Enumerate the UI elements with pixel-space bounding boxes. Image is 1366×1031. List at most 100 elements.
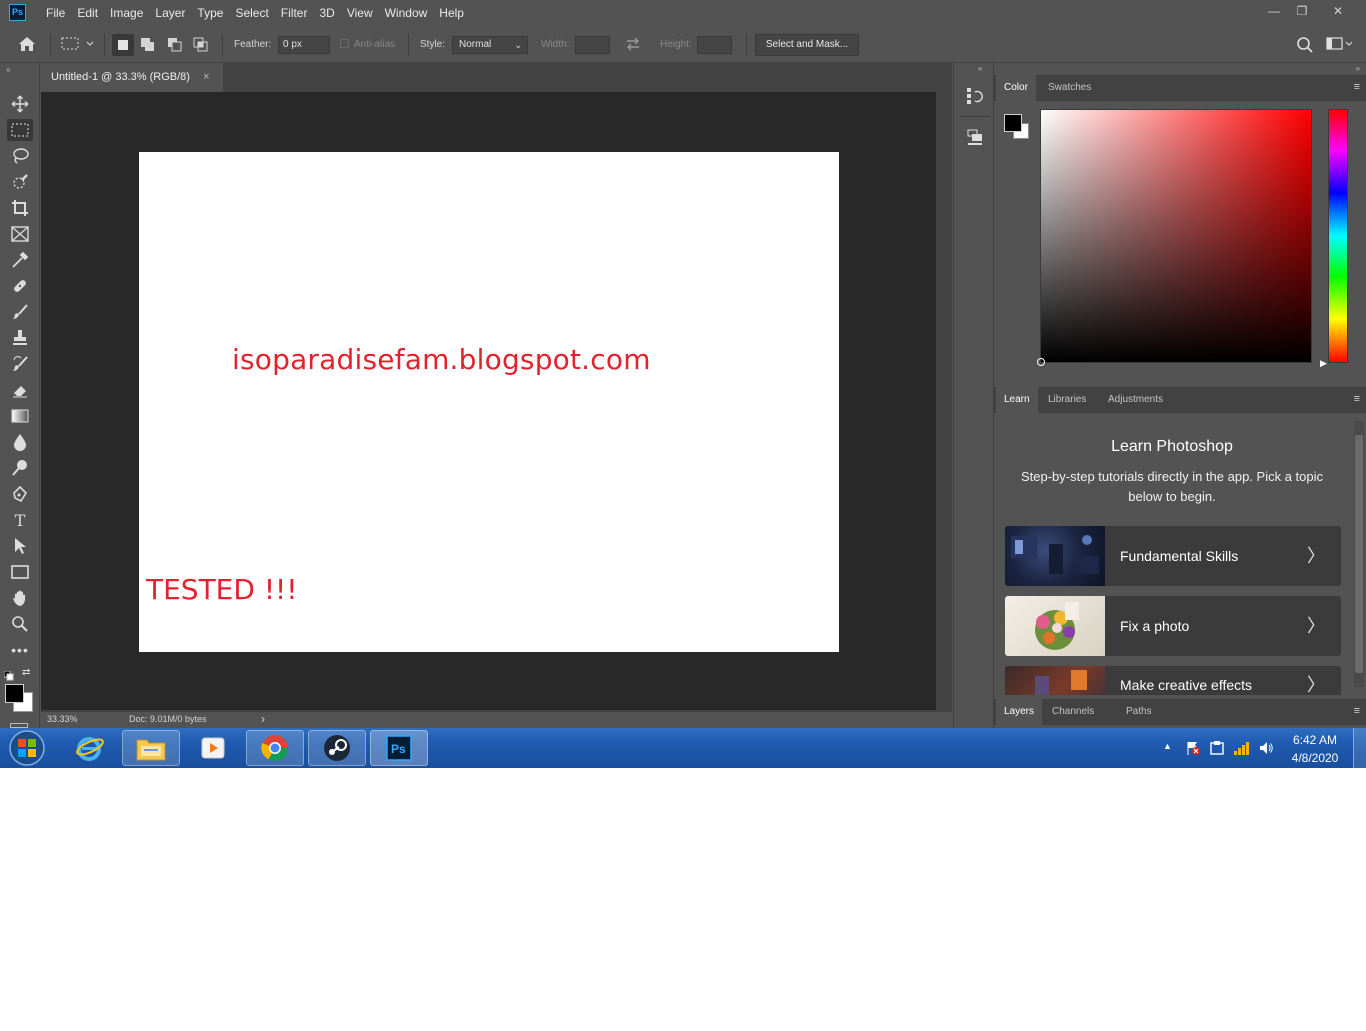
menu-view[interactable]: View	[341, 0, 379, 26]
antialias-checkbox[interactable]	[340, 39, 349, 48]
hue-slider-handle-icon[interactable]: ▶	[1320, 358, 1327, 369]
hand-tool-icon[interactable]	[7, 587, 33, 609]
tab-swatches[interactable]: Swatches	[1040, 75, 1099, 101]
tab-adjustments[interactable]: Adjustments	[1100, 387, 1171, 413]
more-tools-icon[interactable]: •••	[7, 639, 33, 661]
add-selection-icon[interactable]	[139, 36, 157, 57]
history-brush-tool-icon[interactable]	[7, 353, 33, 375]
pen-tool-icon[interactable]	[7, 483, 33, 505]
frame-tool-icon[interactable]	[7, 223, 33, 245]
canvas-area[interactable]: isoparadisefam.blogspot.com TESTED !!!	[41, 92, 936, 710]
menu-edit[interactable]: Edit	[71, 0, 104, 26]
properties-panel-icon[interactable]	[966, 128, 984, 151]
collapse-icon[interactable]: »	[6, 65, 10, 74]
menu-file[interactable]: File	[40, 0, 71, 26]
feather-input[interactable]: 0 px	[278, 36, 330, 54]
minimize-button[interactable]: —	[1259, 0, 1289, 22]
photoshop-taskbar-icon[interactable]: Ps	[370, 730, 428, 766]
status-menu-arrow-icon[interactable]: ›	[261, 712, 265, 726]
brush-tool-icon[interactable]	[7, 301, 33, 323]
chrome-icon[interactable]	[246, 730, 304, 766]
clock-date[interactable]: 4/8/2020	[1290, 751, 1340, 765]
tab-libraries[interactable]: Libraries	[1040, 387, 1094, 413]
quick-selection-tool-icon[interactable]	[7, 171, 33, 193]
intersect-selection-icon[interactable]	[192, 36, 210, 57]
menu-help[interactable]: Help	[433, 0, 470, 26]
menu-image[interactable]: Image	[104, 0, 149, 26]
tab-learn[interactable]: Learn	[996, 387, 1038, 413]
menu-3d[interactable]: 3D	[313, 0, 340, 26]
restore-button[interactable]: ❐	[1287, 0, 1317, 22]
swap-colors-icon[interactable]: ⇄	[22, 667, 30, 678]
expand-panels-icon[interactable]: «	[978, 64, 982, 73]
panel-menu-icon[interactable]: ≡	[1354, 81, 1360, 93]
topic-card[interactable]: Make creative effects 〉	[1005, 666, 1341, 695]
subtract-selection-icon[interactable]	[166, 36, 184, 57]
healing-brush-tool-icon[interactable]	[7, 275, 33, 297]
topic-card[interactable]: Fix a photo 〉	[1005, 596, 1341, 656]
steam-icon[interactable]	[308, 730, 366, 766]
internet-explorer-icon[interactable]	[60, 730, 118, 766]
network-icon[interactable]	[1233, 740, 1251, 759]
menu-select[interactable]: Select	[229, 0, 274, 26]
learn-scrollbar[interactable]	[1354, 421, 1364, 687]
tab-paths[interactable]: Paths	[1118, 699, 1160, 725]
width-input[interactable]	[575, 36, 610, 54]
rectangular-marquee-tool-icon[interactable]	[7, 119, 33, 141]
device-icon[interactable]	[1209, 740, 1225, 759]
new-selection-icon[interactable]	[112, 34, 134, 56]
media-player-icon[interactable]	[184, 730, 242, 766]
action-center-icon[interactable]	[1185, 740, 1201, 759]
clock-time[interactable]: 6:42 AM	[1290, 733, 1340, 747]
zoom-level[interactable]: 33.33%	[47, 714, 78, 724]
dodge-tool-icon[interactable]	[7, 457, 33, 479]
start-orb-icon[interactable]	[7, 729, 47, 768]
zoom-tool-icon[interactable]	[7, 613, 33, 635]
menu-layer[interactable]: Layer	[149, 0, 191, 26]
height-input[interactable]	[697, 36, 732, 54]
eyedropper-tool-icon[interactable]	[7, 249, 33, 271]
type-tool-icon[interactable]: T	[7, 509, 33, 531]
document-canvas[interactable]: isoparadisefam.blogspot.com TESTED !!!	[139, 152, 839, 652]
document-tab[interactable]: Untitled-1 @ 33.3% (RGB/8) ×	[41, 63, 223, 92]
history-panel-icon[interactable]	[966, 87, 984, 110]
lasso-tool-icon[interactable]	[7, 145, 33, 167]
color-foreground-swatch[interactable]	[1004, 114, 1022, 132]
clone-stamp-tool-icon[interactable]	[7, 327, 33, 349]
search-icon[interactable]	[1296, 36, 1314, 57]
collapse-panels-icon[interactable]: »	[1356, 64, 1360, 73]
move-tool-icon[interactable]	[7, 93, 33, 115]
volume-icon[interactable]	[1258, 740, 1274, 759]
blur-tool-icon[interactable]	[7, 431, 33, 453]
panel-menu-icon[interactable]: ≡	[1354, 393, 1360, 405]
home-icon[interactable]	[18, 36, 36, 55]
marquee-preset-icon[interactable]	[61, 37, 95, 54]
hue-slider[interactable]	[1328, 109, 1348, 363]
vertical-scrollbar[interactable]	[936, 92, 952, 710]
foreground-color-swatch[interactable]	[5, 684, 24, 703]
color-picker-field[interactable]	[1037, 109, 1312, 366]
gradient-tool-icon[interactable]	[7, 405, 33, 427]
menu-filter[interactable]: Filter	[275, 0, 314, 26]
rectangle-tool-icon[interactable]	[7, 561, 33, 583]
file-explorer-icon[interactable]	[122, 730, 180, 766]
topic-card[interactable]: Fundamental Skills 〉	[1005, 526, 1341, 586]
swap-icon[interactable]	[624, 36, 642, 55]
crop-tool-icon[interactable]	[7, 197, 33, 219]
color-picker-marker[interactable]	[1037, 358, 1045, 366]
path-selection-tool-icon[interactable]	[7, 535, 33, 557]
tab-layers[interactable]: Layers	[996, 699, 1043, 725]
learn-scrollbar-thumb[interactable]	[1355, 435, 1363, 673]
tab-color[interactable]: Color	[996, 75, 1036, 101]
close-button[interactable]: ✕	[1323, 0, 1353, 22]
eraser-tool-icon[interactable]	[7, 379, 33, 401]
menu-type[interactable]: Type	[191, 0, 229, 26]
show-hidden-icons[interactable]: ▲	[1163, 741, 1172, 751]
tab-channels[interactable]: Channels	[1044, 699, 1102, 725]
select-and-mask-button[interactable]: Select and Mask...	[755, 34, 859, 56]
panel-menu-icon[interactable]: ≡	[1354, 705, 1360, 717]
show-desktop-button[interactable]	[1353, 728, 1366, 768]
workspace-icon[interactable]	[1326, 37, 1353, 54]
style-select[interactable]: Normal ⌄	[452, 36, 528, 54]
menu-window[interactable]: Window	[379, 0, 434, 26]
